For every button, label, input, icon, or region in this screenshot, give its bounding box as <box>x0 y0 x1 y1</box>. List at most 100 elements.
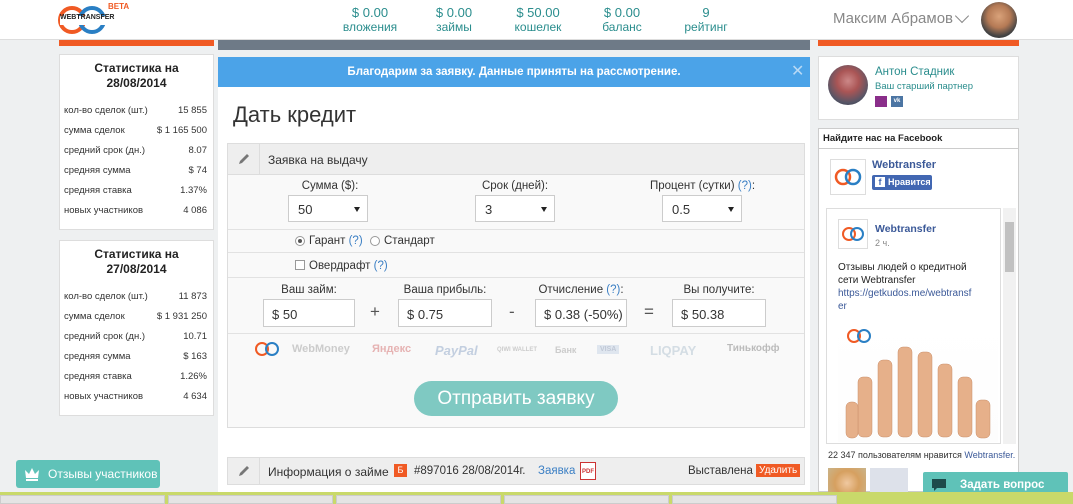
stats-row: сумма сделок $ 1 931 250 <box>64 311 207 322</box>
loan-field[interactable]: $ 50 <box>263 299 355 327</box>
partner-name[interactable]: Антон Стадник <box>875 66 954 78</box>
receive-label: Вы получите: <box>683 284 755 296</box>
pencil-icon[interactable] <box>228 144 260 174</box>
payment-logo: LIQPAY <box>650 343 697 358</box>
pencil-icon[interactable] <box>228 458 260 484</box>
rate-select[interactable]: 0.5 <box>662 195 742 222</box>
partner-avatar[interactable] <box>828 65 868 105</box>
deduct-field[interactable]: $ 0.38 (-50%) <box>535 299 627 327</box>
deduct-label: Отчисление (?): <box>538 284 624 296</box>
guarant-help-link[interactable]: (?) <box>349 235 363 247</box>
fb-scrollbar-thumb[interactable] <box>1005 222 1014 272</box>
stat-loans[interactable]: $ 0.00 займы <box>414 5 494 35</box>
pdf-icon[interactable]: PDF <box>580 462 596 480</box>
amount-select[interactable]: 50 <box>288 195 368 222</box>
minus-sign: - <box>509 302 515 321</box>
payment-logo: PayPal <box>435 343 478 358</box>
accent-strip-left <box>59 40 214 46</box>
taskbar-tab[interactable] <box>168 495 333 504</box>
stat-wallet[interactable]: $ 50.00 кошелек <box>498 5 578 35</box>
delete-button[interactable]: Удалить <box>756 464 801 477</box>
stat-rating[interactable]: 9 рейтинг <box>666 5 746 35</box>
term-label: Срок (дней): <box>481 180 549 192</box>
webtransfer-pay-icon <box>255 342 279 356</box>
payment-logo: VISA <box>597 345 620 354</box>
avatar[interactable] <box>981 2 1017 38</box>
taskbar-tab[interactable] <box>672 495 837 504</box>
user-name[interactable]: Максим Абрамов <box>833 10 953 27</box>
submit-application-button[interactable]: Отправить заявку <box>414 381 618 416</box>
fb-page-logo[interactable] <box>830 159 866 195</box>
form-header: Заявка на выдачу <box>227 143 805 175</box>
divider <box>819 148 1018 149</box>
stats-row: средняя ставка 1.26% <box>64 371 207 382</box>
loan-status: Выставлена <box>688 465 753 477</box>
fb-post-time: 2 ч. <box>875 238 890 248</box>
stats-title: Статистика на <box>94 61 179 75</box>
loan-info-title: Информация о займе <box>268 465 389 479</box>
loan-type-badge: Б <box>394 464 407 477</box>
stat-investments[interactable]: $ 0.00 вложения <box>330 5 410 35</box>
stats-row: новых участников 4 086 <box>64 205 207 216</box>
center-band <box>218 40 810 50</box>
fb-post-text: Отзывы людей о кредитной <box>838 262 967 273</box>
facebook-icon: f <box>875 177 885 187</box>
fb-page-name[interactable]: Webtransfer <box>872 159 936 171</box>
term-select[interactable]: 3 <box>475 195 555 222</box>
divider <box>228 333 804 334</box>
stats-row: средний срок (дн.) 8.07 <box>64 145 207 156</box>
form-header-title: Заявка на выдачу <box>268 153 368 167</box>
fb-scrollbar[interactable] <box>1003 208 1016 444</box>
payment-logo: Яндекс <box>372 343 412 355</box>
stats-row: средняя сумма $ 163 <box>64 351 207 362</box>
stats-row: средняя сумма $ 74 <box>64 165 207 176</box>
close-icon[interactable]: ✕ <box>791 61 804 81</box>
stats-row: средняя ставка 1.37% <box>64 185 207 196</box>
stats-date: 27/08/2014 <box>106 262 167 276</box>
vk-icon[interactable]: vk <box>891 96 903 107</box>
fb-post-image[interactable] <box>838 322 998 442</box>
mail-icon[interactable] <box>875 96 887 107</box>
standard-label: Стандарт <box>384 235 435 247</box>
standard-radio[interactable] <box>370 236 380 246</box>
profit-label: Ваша прибыль: <box>403 284 487 296</box>
divider <box>228 277 804 278</box>
guarant-radio[interactable] <box>295 236 305 246</box>
overdraft-help-link[interactable]: (?) <box>374 260 388 272</box>
fb-post-page[interactable]: Webtransfer <box>875 223 936 235</box>
overdraft-checkbox[interactable] <box>295 260 305 270</box>
fb-post-link[interactable]: er <box>838 301 847 312</box>
loan-label: Ваш займ: <box>281 284 337 296</box>
overdraft-label: Овердрафт (?) <box>309 260 388 272</box>
stats-date: 28/08/2014 <box>106 76 167 90</box>
equals-sign: = <box>644 302 654 321</box>
fb-post-logo[interactable] <box>838 219 868 249</box>
fb-like-button[interactable]: f Нравится <box>872 175 932 190</box>
stats-row: кол-во сделок (шт.) 11 873 <box>64 291 207 302</box>
taskbar-tab[interactable] <box>0 495 165 504</box>
deduct-help-link[interactable]: (?) <box>606 284 620 296</box>
profit-field[interactable]: $ 0.75 <box>398 299 492 327</box>
fb-post-link[interactable]: https://getkudos.me/webtransf <box>838 288 971 299</box>
amount-label: Сумма ($): <box>301 180 359 192</box>
accent-strip-right <box>818 40 1019 46</box>
payment-logo: QIWI WALLET <box>497 347 537 353</box>
guarant-label: Гарант (?) <box>309 235 363 247</box>
dropdown-arrow-icon <box>354 207 360 212</box>
dropdown-arrow-icon <box>541 207 547 212</box>
partner-role: Ваш старший партнер <box>875 81 973 92</box>
payment-logo: Тинькофф <box>727 343 780 354</box>
reviews-button[interactable]: Отзывы участников <box>16 460 160 488</box>
rate-help-link[interactable]: (?) <box>738 180 752 192</box>
logo[interactable]: WEBTRANSFER BETA <box>58 2 130 38</box>
taskbar-tab[interactable] <box>504 495 669 504</box>
crown-icon <box>25 468 39 481</box>
application-link[interactable]: Заявка <box>538 465 575 477</box>
fb-post-text: сети Webtransfer <box>838 275 916 286</box>
taskbar-tab[interactable] <box>336 495 501 504</box>
receive-field[interactable]: $ 50.38 <box>672 299 766 327</box>
loan-info-header: Информация о займе Б #897016 28/08/2014г… <box>227 457 805 485</box>
chat-icon <box>932 479 946 491</box>
stat-balance[interactable]: $ 0.00 баланс <box>582 5 662 35</box>
beta-badge: BETA <box>108 2 130 11</box>
